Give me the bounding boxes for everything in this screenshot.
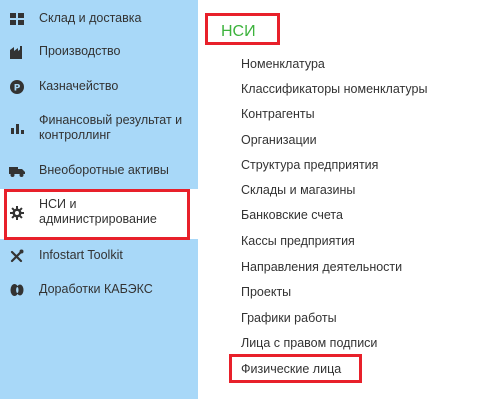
- sidebar-item-warehouse[interactable]: Склад и доставка: [0, 11, 198, 26]
- sidebar-item-label: Доработки КАБЭКС: [39, 282, 153, 296]
- link-work-schedules[interactable]: Графики работы: [241, 311, 337, 326]
- sidebar-item-production[interactable]: Производство: [0, 44, 198, 59]
- link-organizations[interactable]: Организации: [241, 133, 317, 148]
- sidebar-item-label: Склад и доставка: [39, 11, 142, 25]
- warehouse-icon: [9, 11, 25, 27]
- link-warehouses-stores[interactable]: Склады и магазины: [241, 183, 355, 198]
- sidebar-item-label-line2: контроллинг: [39, 128, 111, 142]
- sidebar-item-infostart-toolkit[interactable]: Infostart Toolkit: [0, 248, 198, 263]
- sidebar-item-label-line1: Финансовый результат и: [39, 113, 183, 127]
- treasury-coin-icon: P: [9, 79, 25, 95]
- sidebar-item-nsi-admin[interactable]: НСИ и администрирование: [0, 189, 198, 239]
- link-signatories[interactable]: Лица с правом подписи: [241, 336, 377, 351]
- factory-icon: [9, 44, 25, 60]
- sidebar-item-label: Внеоборотные активы: [39, 163, 169, 177]
- page-title: НСИ: [221, 23, 256, 40]
- sidebar-item-kabex[interactable]: Доработки КАБЭКС: [0, 282, 198, 297]
- link-counterparties[interactable]: Контрагенты: [241, 107, 315, 122]
- truck-icon: [9, 163, 25, 179]
- sidebar-item-label: Infostart Toolkit: [39, 248, 123, 262]
- sidebar-item-label-line2: администрирование: [39, 212, 157, 226]
- link-business-directions[interactable]: Направления деятельности: [241, 260, 402, 275]
- link-individuals[interactable]: Физические лица: [241, 362, 341, 377]
- link-bank-accounts[interactable]: Банковские счета: [241, 208, 343, 223]
- svg-text:P: P: [14, 84, 21, 94]
- sidebar-item-label: Казначейство: [39, 79, 119, 93]
- sidebar-item-label: Производство: [39, 44, 121, 58]
- puzzle-icon: [9, 282, 25, 298]
- link-nomenclature-classifiers[interactable]: Классификаторы номенклатуры: [241, 82, 427, 97]
- link-enterprise-structure[interactable]: Структура предприятия: [241, 158, 378, 173]
- link-nomenclature[interactable]: Номенклатура: [241, 57, 325, 72]
- sidebar-item-fixed-assets[interactable]: Внеоборотные активы: [0, 163, 198, 178]
- sidebar-item-treasury[interactable]: P Казначейство: [0, 79, 198, 94]
- sidebar: Склад и доставка Производство P Казначей…: [0, 0, 198, 399]
- sidebar-item-label-line1: НСИ и: [39, 197, 77, 211]
- bar-chart-icon: [9, 121, 25, 137]
- sidebar-item-financial-result[interactable]: Финансовый результат и контроллинг: [0, 113, 198, 143]
- tools-icon: [9, 248, 25, 264]
- link-cash-desks[interactable]: Кассы предприятия: [241, 234, 355, 249]
- link-projects[interactable]: Проекты: [241, 285, 291, 300]
- gear-icon: [9, 205, 25, 221]
